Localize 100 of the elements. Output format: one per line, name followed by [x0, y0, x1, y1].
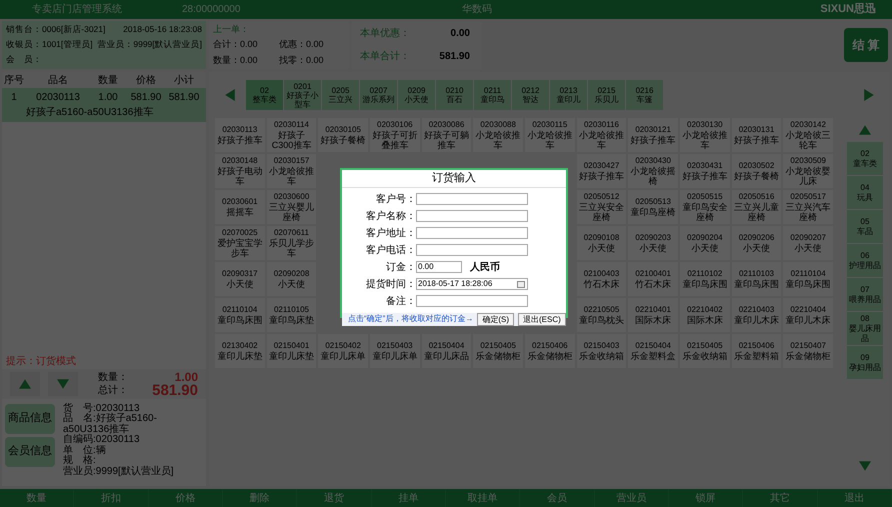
product-tile[interactable]: 02090208 小天使: [266, 262, 316, 296]
product-info-button[interactable]: 商品信息: [5, 404, 55, 434]
product-tile[interactable]: 02150403 童印儿床单: [370, 334, 420, 368]
exit-button[interactable]: 退出(ESC): [518, 312, 566, 326]
product-tile[interactable]: 02150404 乐金塑料盒: [628, 334, 678, 368]
product-tile[interactable]: 02050512 三立兴安全座椅: [576, 190, 626, 224]
toolbar-button[interactable]: 挂单: [372, 489, 446, 507]
product-tile[interactable]: 02030148 好孩子电动车: [215, 154, 265, 188]
product-tile[interactable]: 02030509 小龙哈彼婴儿床: [783, 154, 833, 188]
product-tile[interactable]: 02100403 竹石木床: [576, 262, 626, 296]
product-tile[interactable]: 02030430 小龙哈彼摇椅: [628, 154, 678, 188]
category-tab[interactable]: 0211 童印鸟: [474, 80, 511, 110]
product-tile[interactable]: 02070611 乐贝儿学步车: [266, 226, 316, 260]
product-tile[interactable]: 02030116 小龙哈彼推车: [576, 118, 626, 152]
cart-row[interactable]: 1 02030113 1.00 581.90 581.90 好孩子a5160-a50U3136推车: [2, 88, 206, 122]
product-tile[interactable]: 02210505 童印鸟枕头: [576, 298, 626, 332]
category-button[interactable]: 08 婴儿床用品: [847, 312, 883, 346]
toolbar-button[interactable]: 取挂单: [446, 489, 520, 507]
product-tile[interactable]: 02090317 小天使: [215, 262, 265, 296]
product-tile[interactable]: 02090108 小天使: [576, 226, 626, 260]
product-tile[interactable]: 02030130 小龙哈彼推车: [680, 118, 730, 152]
product-tile[interactable]: 02030114 好孩子C300推车: [266, 118, 316, 152]
category-button[interactable]: 02 童车类: [847, 142, 883, 176]
toolbar-button[interactable]: 退出: [818, 489, 892, 507]
product-tile[interactable]: 02030142 小龙哈彼三轮车: [783, 118, 833, 152]
category-button[interactable]: 05 车品: [847, 210, 883, 244]
product-tile[interactable]: 02030427 好孩子推车: [576, 154, 626, 188]
input-field[interactable]: [416, 227, 528, 239]
product-tile[interactable]: 02110103 童印鸟床围: [732, 262, 782, 296]
category-tab[interactable]: 0209 小天使: [398, 80, 435, 110]
up-button[interactable]: [10, 372, 40, 396]
category-tab[interactable]: 0212 智达: [512, 80, 549, 110]
product-tile[interactable]: 02090204 小天使: [680, 226, 730, 260]
product-tile[interactable]: 02050516 三立兴儿童座椅: [732, 190, 782, 224]
datetime-field[interactable]: 2018-05-17 18:28:06: [416, 278, 528, 290]
toolbar-button[interactable]: 数量: [0, 489, 74, 507]
product-tile[interactable]: 02030113 好孩子推车: [215, 118, 265, 152]
toolbar-button[interactable]: 折扣: [74, 489, 149, 507]
product-tile[interactable]: 02030157 小龙哈彼推车: [266, 154, 316, 188]
product-tile[interactable]: 02210403 童印儿木床: [732, 298, 782, 332]
product-tile[interactable]: 02110104 童印鸟床围: [215, 298, 265, 332]
category-tab[interactable]: 0201 好孩子小型车: [284, 80, 321, 110]
toolbar-button[interactable]: 锁屏: [669, 489, 744, 507]
input-field[interactable]: [416, 210, 528, 222]
category-tab[interactable]: 0215 乐贝儿: [588, 80, 625, 110]
confirm-button[interactable]: 确定(S): [477, 312, 514, 326]
product-tile[interactable]: 02030086 好孩子可躺推车: [422, 118, 472, 152]
product-tile[interactable]: 02150407 乐金储物柜: [783, 334, 833, 368]
toolbar-button[interactable]: 删除: [223, 489, 298, 507]
product-tile[interactable]: 02030121 好孩子推车: [628, 118, 678, 152]
category-tab[interactable]: 02 整车类: [246, 80, 283, 110]
toolbar-button[interactable]: 其它: [743, 489, 818, 507]
category-tab[interactable]: 0213 童印儿: [550, 80, 587, 110]
category-tab[interactable]: 0207 游乐系列: [360, 80, 397, 110]
input-field[interactable]: [416, 244, 528, 256]
member-info-button[interactable]: 会员信息: [5, 436, 55, 466]
category-button[interactable]: 06 护理用品: [847, 244, 883, 278]
product-tile[interactable]: 02110105 童印鸟床垫: [266, 298, 316, 332]
input-field[interactable]: [416, 193, 528, 205]
toolbar-button[interactable]: 会员: [520, 489, 595, 507]
product-tile[interactable]: 02150405 乐金收纳箱: [680, 334, 730, 368]
product-tile[interactable]: 02110104 童印鸟床围: [783, 262, 833, 296]
product-tile[interactable]: 02150403 乐金收纳箱: [576, 334, 626, 368]
input-field[interactable]: [416, 295, 528, 307]
product-tile[interactable]: 02110102 童印鸟床围: [680, 262, 730, 296]
product-tile[interactable]: 02210402 国际木床: [680, 298, 730, 332]
product-tile[interactable]: 02030600 三立兴婴儿座椅: [266, 190, 316, 224]
product-tile[interactable]: 02150406 乐金塑料箱: [732, 334, 782, 368]
product-tile[interactable]: 02030105 好孩子餐椅: [318, 118, 368, 152]
category-button[interactable]: 07 喂养用品: [847, 278, 883, 312]
product-tile[interactable]: 02210404 童印儿木床: [783, 298, 833, 332]
product-tile[interactable]: 02150405 乐金储物柜: [473, 334, 523, 368]
product-tile[interactable]: 02030115 小龙哈彼推车: [525, 118, 575, 152]
product-tile[interactable]: 02030088 小龙哈彼推车: [473, 118, 523, 152]
product-tile[interactable]: 02130402 童印儿床垫: [215, 334, 265, 368]
product-tile[interactable]: 02150401 童印儿床垫: [266, 334, 316, 368]
product-tile[interactable]: 02100401 竹石木床: [628, 262, 678, 296]
product-tile[interactable]: 02030502 好孩子餐椅: [732, 154, 782, 188]
product-tile[interactable]: 02210401 国际木床: [628, 298, 678, 332]
product-tile[interactable]: 02030431 好孩子推车: [680, 154, 730, 188]
down-button[interactable]: [48, 372, 78, 396]
product-tile[interactable]: 02030131 好孩子推车: [732, 118, 782, 152]
product-tile[interactable]: 02150406 乐金储物柜: [525, 334, 575, 368]
toolbar-button[interactable]: 价格: [148, 489, 223, 507]
product-tile[interactable]: 02030106 好孩子可折叠推车: [370, 118, 420, 152]
product-tile[interactable]: 02070025 爱护宝宝学步车: [215, 226, 265, 260]
product-tile[interactable]: 02050513 童印鸟座椅: [628, 190, 678, 224]
product-tile[interactable]: 02030601 摇摇车: [215, 190, 265, 224]
checkout-button[interactable]: 结 算: [844, 28, 888, 62]
product-tile[interactable]: 02090207 小天使: [783, 226, 833, 260]
product-tile[interactable]: 02090203 小天使: [628, 226, 678, 260]
category-tab[interactable]: 0210 百石: [436, 80, 473, 110]
product-tile[interactable]: 02090206 小天使: [732, 226, 782, 260]
toolbar-button[interactable]: 退货: [297, 489, 372, 507]
product-tile[interactable]: 02050515 童印鸟安全座椅: [680, 190, 730, 224]
product-tile[interactable]: 02150404 童印儿床品: [422, 334, 472, 368]
toolbar-button[interactable]: 营业员: [594, 489, 669, 507]
category-button[interactable]: 09 孕妇用品: [847, 346, 883, 380]
category-button[interactable]: 04 玩具: [847, 176, 883, 210]
deposit-field[interactable]: 0.00: [416, 261, 462, 273]
